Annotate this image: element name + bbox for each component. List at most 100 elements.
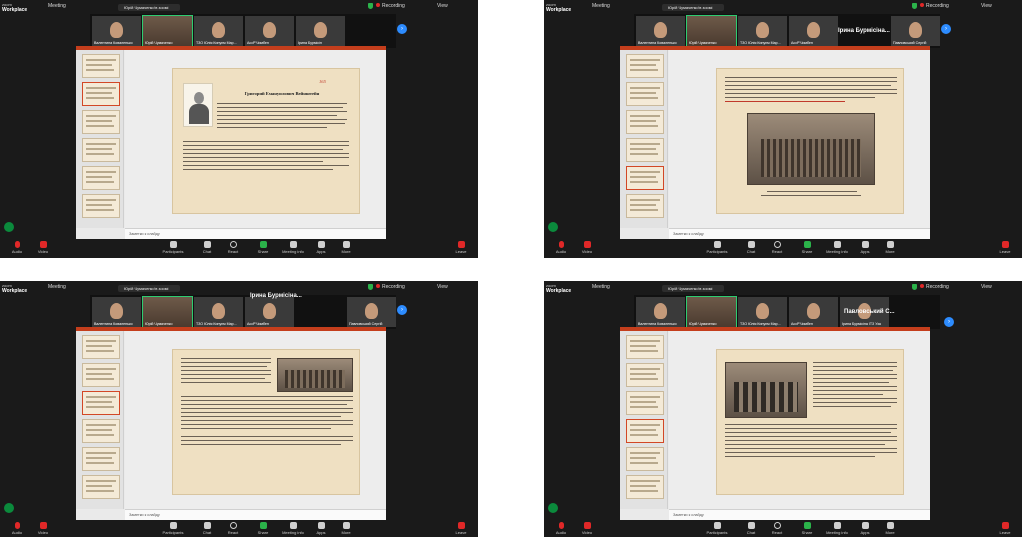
participant-tile[interactable]: AccP'Чимбен — [789, 16, 838, 46]
slide-canvas[interactable] — [669, 50, 930, 228]
participant-tile[interactable]: ТЗО Юлія Кинуєм Мар... — [194, 16, 243, 46]
video-button[interactable]: Video — [28, 241, 58, 254]
next-page-button[interactable]: › — [941, 24, 951, 34]
slide-thumbnail[interactable] — [82, 110, 120, 134]
shield-icon[interactable] — [912, 284, 917, 290]
participant-tile[interactable]: Валентина Коваленько — [92, 297, 141, 327]
next-page-button[interactable]: › — [397, 24, 407, 34]
slide-canvas[interactable]: 165 Григорий Емануилович Вейнштейн — [125, 50, 386, 228]
participant-tile[interactable]: ТЗО Юлія Кинуєм Мар... — [738, 16, 787, 46]
slide-thumbnail[interactable] — [626, 166, 664, 190]
recording-indicator[interactable]: Recording — [920, 284, 949, 290]
participant-tile[interactable]: Ірина Бурмісін — [296, 16, 345, 46]
slide-thumbnail[interactable] — [82, 54, 120, 78]
view-button[interactable]: View — [981, 3, 992, 9]
participants-button[interactable]: Participants — [158, 241, 188, 254]
share-button[interactable]: Share — [792, 241, 822, 254]
slide-thumbnail[interactable] — [626, 335, 664, 359]
more-button[interactable]: More — [875, 522, 905, 535]
slide-thumbnail[interactable] — [626, 447, 664, 471]
shield-icon[interactable] — [912, 3, 917, 9]
participant-tile[interactable]: Валентина Коваленько — [92, 16, 141, 46]
slide-thumbnail[interactable] — [626, 194, 664, 218]
participant-tile[interactable]: Павловський Сергій — [891, 16, 940, 46]
shield-status-icon[interactable] — [4, 503, 14, 513]
leave-button[interactable]: Leave — [990, 241, 1020, 254]
more-button[interactable]: More — [331, 522, 361, 535]
more-button[interactable]: More — [875, 241, 905, 254]
react-button[interactable]: React — [218, 522, 248, 535]
shield-icon[interactable] — [368, 284, 373, 290]
video-button[interactable]: Video — [28, 522, 58, 535]
slide-thumbnails[interactable] — [620, 331, 668, 509]
participant-tile[interactable]: Павловський Сергій — [347, 297, 396, 327]
slide-thumbnail[interactable] — [82, 363, 120, 387]
active-speaker-bar[interactable]: Юрій Чумаченко'в зоомі — [118, 285, 180, 292]
shield-status-icon[interactable] — [548, 222, 558, 232]
slide-thumbnail[interactable] — [626, 54, 664, 78]
view-button[interactable]: View — [437, 284, 448, 290]
participants-button[interactable]: Participants — [702, 522, 732, 535]
recording-indicator[interactable]: Recording — [376, 3, 405, 9]
slide-notes[interactable]: Заметки к слайду — [125, 509, 386, 520]
active-speaker-bar[interactable]: Юрій Чумаченко'в зоомі — [662, 4, 724, 11]
slide-thumbnails[interactable] — [620, 50, 668, 228]
slide-thumbnail[interactable] — [626, 138, 664, 162]
slide-thumbnail[interactable] — [82, 447, 120, 471]
participant-tile[interactable]: Юрій Чумаченко — [686, 15, 737, 47]
recording-indicator[interactable]: Recording — [376, 284, 405, 290]
participant-tile[interactable]: Валентина Коваленько — [636, 297, 685, 327]
slide-thumbnail[interactable] — [626, 110, 664, 134]
shield-status-icon[interactable] — [548, 503, 558, 513]
shield-status-icon[interactable] — [4, 222, 14, 232]
participants-button[interactable]: Participants — [702, 241, 732, 254]
share-button[interactable]: Share — [248, 522, 278, 535]
leave-button[interactable]: Leave — [446, 522, 476, 535]
participants-button[interactable]: Participants — [158, 522, 188, 535]
slide-canvas[interactable] — [669, 331, 930, 509]
leave-button[interactable]: Leave — [446, 241, 476, 254]
share-button[interactable]: Share — [792, 522, 822, 535]
participant-tile[interactable]: AccP'Чимбен — [245, 297, 294, 327]
slide-thumbnail[interactable] — [82, 419, 120, 443]
slide-notes[interactable]: Заметки к слайду — [669, 228, 930, 239]
next-page-button[interactable]: › — [397, 305, 407, 315]
slide-notes[interactable]: Заметки к слайду — [125, 228, 386, 239]
participant-tile[interactable]: Юрій Чумаченко — [142, 296, 193, 328]
slide-thumbnails[interactable] — [76, 331, 124, 509]
slide-thumbnail[interactable] — [82, 391, 120, 415]
slide-thumbnail[interactable] — [82, 82, 120, 106]
slide-thumbnail[interactable] — [82, 138, 120, 162]
leave-button[interactable]: Leave — [990, 522, 1020, 535]
meeting-info-button[interactable]: Meeting info — [278, 522, 308, 535]
share-button[interactable]: Share — [248, 241, 278, 254]
participant-tile[interactable]: Юрій Чумаченко — [686, 296, 737, 328]
react-button[interactable]: React — [762, 241, 792, 254]
slide-thumbnail[interactable] — [626, 82, 664, 106]
meeting-info-button[interactable]: Meeting info — [822, 241, 852, 254]
react-button[interactable]: React — [762, 522, 792, 535]
meeting-info-button[interactable]: Meeting info — [822, 522, 852, 535]
slide-thumbnail[interactable] — [82, 335, 120, 359]
video-button[interactable]: Video — [572, 241, 602, 254]
react-button[interactable]: React — [218, 241, 248, 254]
slide-thumbnail[interactable] — [626, 391, 664, 415]
participant-tile[interactable]: AccP'Чимбен — [789, 297, 838, 327]
slide-thumbnail[interactable] — [82, 166, 120, 190]
participant-tile[interactable]: AccP'Чимбен — [245, 16, 294, 46]
slide-notes[interactable]: Заметки к слайду — [669, 509, 930, 520]
view-button[interactable]: View — [437, 3, 448, 9]
next-page-button[interactable]: › — [944, 317, 954, 327]
slide-thumbnail[interactable] — [626, 419, 664, 443]
slide-thumbnail[interactable] — [82, 475, 120, 499]
meeting-info-button[interactable]: Meeting info — [278, 241, 308, 254]
slide-thumbnail[interactable] — [626, 363, 664, 387]
participant-tile[interactable]: Валентина Коваленько — [636, 16, 685, 46]
video-button[interactable]: Video — [572, 522, 602, 535]
participant-tile[interactable]: Юрій Чумаченко — [142, 15, 193, 47]
participant-tile[interactable]: ТЗО Юлія Кинуєм Мар... — [738, 297, 787, 327]
view-button[interactable]: View — [981, 284, 992, 290]
active-speaker-bar[interactable]: Юрій Чумаченко'в зоомі — [662, 285, 724, 292]
slide-canvas[interactable] — [125, 331, 386, 509]
slide-thumbnail[interactable] — [626, 475, 664, 499]
